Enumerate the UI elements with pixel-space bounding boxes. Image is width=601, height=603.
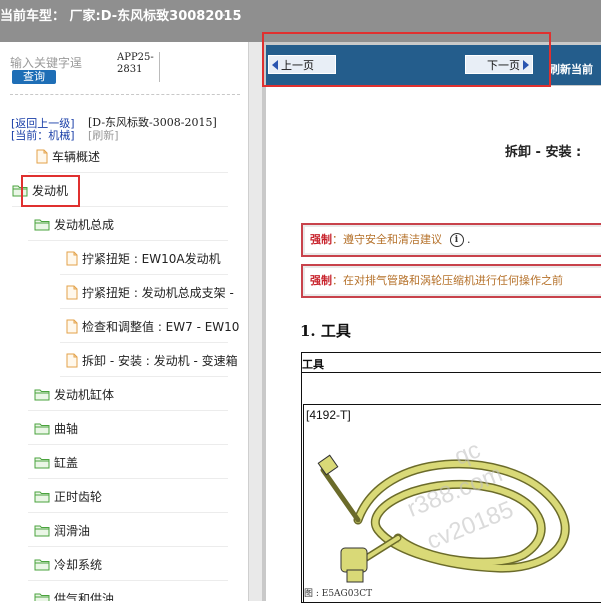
tree-item-label: 拆卸 - 安装 : 发动机 - 变速箱	[82, 353, 238, 368]
tree-item-label: 拧紧扭矩 : EW10A发动机	[82, 251, 221, 266]
table-divider	[301, 372, 601, 373]
warning-suffix: .	[467, 233, 471, 246]
tree-item-label: 正时齿轮	[54, 489, 103, 504]
tree-item[interactable]: 冷却系统	[34, 553, 102, 575]
warning-label: 强制	[310, 274, 332, 287]
row-divider	[28, 410, 228, 411]
document-heading: 拆卸 - 安装 :	[505, 145, 582, 160]
tree-item[interactable]: 发动机缸体	[34, 383, 114, 405]
warning-label: 强制	[310, 233, 332, 246]
tree-item-label: 供气和供油	[54, 591, 115, 602]
row-divider	[28, 512, 228, 513]
folder-icon	[34, 219, 50, 230]
file-icon	[66, 285, 78, 299]
file-icon	[36, 149, 48, 163]
row-divider	[28, 546, 228, 547]
divider	[10, 94, 240, 95]
section-title: 1. 工具	[300, 322, 351, 340]
folder-icon	[34, 457, 50, 468]
row-divider	[28, 580, 228, 581]
tree-item-label: 润滑油	[54, 523, 91, 538]
tree-item[interactable]: 车辆概述	[36, 145, 100, 167]
tree-item-label: 缸盖	[54, 455, 79, 470]
tree-item[interactable]: 检查和调整值 : EW7 - EW10	[66, 315, 239, 337]
folder-icon	[34, 423, 50, 434]
folder-icon	[34, 491, 50, 502]
tree-item[interactable]: 缸盖	[34, 451, 78, 473]
tree-item[interactable]: 曲轴	[34, 417, 78, 439]
highlight-engine-box	[21, 175, 80, 207]
tree-item[interactable]: 拧紧扭矩 : EW10A发动机	[66, 247, 221, 269]
current-category: [当前：机械]	[11, 129, 75, 142]
warning-text: ：遵守安全和清洁建议	[332, 233, 442, 246]
refresh-current-link[interactable]: 刷新当前	[549, 61, 593, 77]
row-divider	[28, 172, 228, 173]
highlight-page-nav-box	[262, 32, 551, 87]
file-icon	[66, 251, 78, 265]
file-icon	[66, 353, 78, 367]
warning-box: 强制：在对排气管路和涡轮压缩机进行任何操作之前	[301, 264, 601, 298]
title-dot: .	[222, 5, 226, 19]
refresh-link[interactable]: [刷新]	[88, 127, 119, 143]
tree-item-label: 发动机总成	[54, 217, 115, 232]
app-code: APP25- 2831	[117, 52, 160, 82]
tree-item-label: 检查和调整值 : EW7 - EW10	[82, 319, 240, 334]
row-divider	[28, 240, 228, 241]
search-input[interactable]: 输入关键字逞	[10, 54, 110, 71]
tree-item[interactable]: 供气和供油	[34, 587, 114, 601]
panel-splitter[interactable]	[248, 42, 263, 601]
warning-text: ：在对排气管路和涡轮压缩机进行任何操作之前	[332, 274, 563, 287]
folder-icon	[34, 525, 50, 536]
folder-icon	[34, 559, 50, 570]
row-divider	[28, 444, 228, 445]
row-divider	[60, 308, 228, 309]
folder-icon	[34, 389, 50, 400]
tool-table-header: 工具	[302, 358, 324, 371]
tree-item-label: 发动机缸体	[54, 387, 115, 402]
tree-item[interactable]: 拧紧扭矩 : 发动机总成支架 -	[66, 281, 234, 303]
query-button[interactable]: 查询	[12, 70, 56, 84]
figure-caption: 图 : E5AG03CT	[304, 589, 373, 599]
row-divider	[60, 376, 228, 377]
tree-item-label: 曲轴	[54, 421, 79, 436]
tree-item[interactable]: 润滑油	[34, 519, 90, 541]
row-divider	[60, 274, 228, 275]
left-navigation-panel: 输入关键字逞 查询 APP25- 2831 [返回上一级] [D-东风标致-30…	[0, 42, 248, 601]
tree-item[interactable]: 发动机总成	[34, 213, 114, 235]
row-divider	[28, 478, 228, 479]
tree-item-label: 拧紧扭矩 : 发动机总成支架 -	[82, 285, 234, 300]
tree-item-label: 冷却系统	[54, 557, 103, 572]
row-divider	[60, 342, 228, 343]
tree-item[interactable]: 正时齿轮	[34, 485, 102, 507]
tree-item-label: 车辆概述	[52, 149, 101, 164]
tree-item[interactable]: 拆卸 - 安装 : 发动机 - 变速箱	[66, 349, 238, 371]
vehicle-model-title: 当前车型： 厂家:D-东风标致30082015	[0, 9, 242, 24]
warning-box: 强制：遵守安全和清洁建议 i .	[301, 223, 601, 257]
folder-icon	[34, 593, 50, 601]
file-icon	[66, 319, 78, 333]
info-icon[interactable]: i	[449, 233, 464, 247]
